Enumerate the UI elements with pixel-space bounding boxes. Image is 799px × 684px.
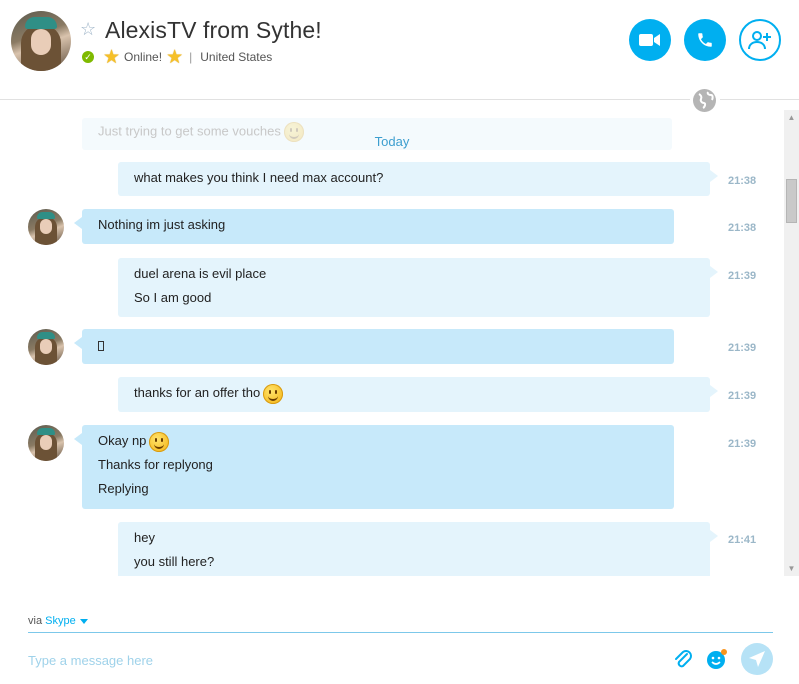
contact-name[interactable]: AlexisTV from Sythe! bbox=[105, 17, 322, 44]
date-divider: Today bbox=[374, 134, 410, 149]
incoming-message[interactable]: Nothing im just asking bbox=[74, 209, 674, 244]
online-check-icon: ✓ bbox=[82, 51, 94, 63]
audio-call-button[interactable] bbox=[684, 19, 726, 61]
mood-message: Online! bbox=[124, 50, 163, 64]
globe-icon[interactable] bbox=[693, 89, 716, 112]
message-text: duel arena is evil place bbox=[134, 266, 267, 281]
phone-icon bbox=[698, 33, 712, 47]
message-timestamp: 21:39 bbox=[728, 342, 757, 354]
header-divider bbox=[0, 99, 690, 100]
contact-avatar-small[interactable] bbox=[28, 425, 64, 461]
scroll-up-arrow-icon[interactable]: ▲ bbox=[784, 110, 799, 125]
contact-status-row: ✓ ★ Online! ★ | United States bbox=[82, 47, 272, 67]
chat-header: ☆ AlexisTV from Sythe! ✓ ★ Online! ★ | U… bbox=[0, 0, 799, 112]
message-timestamp: 21:39 bbox=[728, 390, 757, 402]
add-people-button[interactable] bbox=[739, 19, 781, 61]
outgoing-message[interactable]: thanks for an offer tho bbox=[118, 377, 718, 412]
skype-chat-window: ☆ AlexisTV from Sythe! ✓ ★ Online! ★ | U… bbox=[0, 0, 799, 684]
via-label: via bbox=[28, 615, 43, 627]
favorite-star-icon[interactable]: ☆ bbox=[80, 20, 96, 38]
conversation-scrollbar[interactable]: ▲ ▼ bbox=[784, 110, 799, 576]
video-call-icon bbox=[639, 34, 660, 46]
smiley-icon bbox=[149, 431, 170, 452]
outgoing-message[interactable]: hey you still here? bbox=[118, 522, 718, 576]
chevron-down-icon[interactable] bbox=[79, 618, 88, 624]
message-timestamp: 21:38 bbox=[728, 222, 757, 234]
attach-file-button[interactable] bbox=[673, 648, 693, 670]
contact-avatar[interactable] bbox=[11, 11, 71, 71]
incoming-message[interactable]: Okay np Thanks for replyong Replying bbox=[74, 425, 674, 509]
unsupported-glyph bbox=[98, 340, 104, 351]
message-text: Replying bbox=[98, 481, 149, 496]
mood-star-icon: ★ bbox=[103, 46, 121, 68]
composer-divider bbox=[28, 632, 773, 633]
add-contact-icon bbox=[748, 31, 771, 50]
video-call-button[interactable] bbox=[629, 19, 671, 61]
smiley-icon bbox=[263, 383, 284, 404]
outgoing-message[interactable]: what makes you think I need max account? bbox=[118, 162, 718, 196]
emoticon-button[interactable] bbox=[706, 648, 728, 670]
contact-avatar-small[interactable] bbox=[28, 209, 64, 245]
mood-star-icon: ★ bbox=[166, 46, 184, 68]
message-text: Nothing im just asking bbox=[98, 217, 226, 232]
message-input[interactable] bbox=[20, 646, 660, 674]
attach-icon bbox=[675, 650, 692, 668]
scroll-thumb[interactable] bbox=[786, 179, 797, 223]
send-button[interactable] bbox=[741, 643, 773, 675]
message-timestamp: 21:39 bbox=[728, 438, 757, 450]
send-icon bbox=[749, 651, 765, 667]
message-service-selector[interactable]: via Skype bbox=[28, 615, 88, 627]
message-timestamp: 21:41 bbox=[728, 534, 757, 546]
message-text: what makes you think I need max account? bbox=[134, 170, 384, 185]
message-text: So I am good bbox=[134, 290, 212, 305]
emoticon-icon bbox=[707, 649, 727, 669]
message-text: Thanks for replyong bbox=[98, 457, 213, 472]
message-timestamp: 21:39 bbox=[728, 270, 757, 282]
service-name[interactable]: Skype bbox=[45, 615, 76, 627]
conversation-history[interactable]: Just trying to get some vouches Today wh… bbox=[0, 110, 784, 576]
scroll-down-arrow-icon[interactable]: ▼ bbox=[784, 561, 799, 576]
header-divider bbox=[720, 99, 799, 100]
contact-location: United States bbox=[200, 50, 273, 64]
incoming-message[interactable] bbox=[74, 329, 674, 364]
outgoing-message[interactable]: duel arena is evil place So I am good bbox=[118, 258, 718, 317]
contact-avatar-small[interactable] bbox=[28, 329, 64, 365]
message-text: Okay np bbox=[98, 433, 147, 448]
message-text: thanks for an offer tho bbox=[134, 385, 261, 400]
message-text: you still here? bbox=[134, 554, 215, 569]
message-text: hey bbox=[134, 530, 155, 545]
message-timestamp: 21:38 bbox=[728, 175, 757, 187]
status-separator: | bbox=[189, 50, 193, 64]
